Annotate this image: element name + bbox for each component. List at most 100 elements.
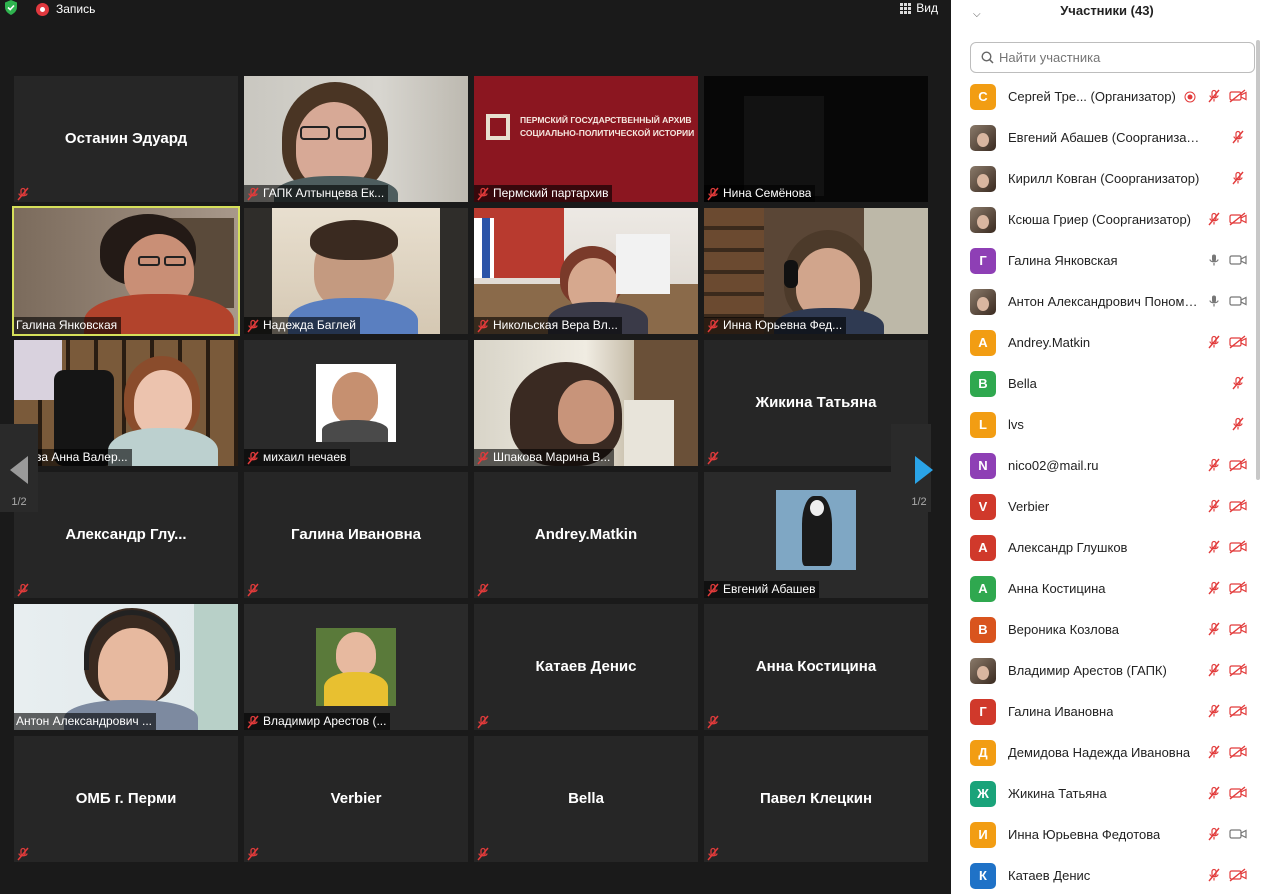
participant-name-large: Катаев Денис xyxy=(535,658,637,675)
mic-muted-icon[interactable] xyxy=(1207,458,1221,472)
mic-icon[interactable] xyxy=(1207,294,1221,308)
mic-muted-icon[interactable] xyxy=(1231,130,1245,144)
participant-row[interactable]: Владимир Арестов (ГАПК) xyxy=(951,650,1263,691)
mic-muted-icon[interactable] xyxy=(1231,417,1245,431)
view-button[interactable]: Вид xyxy=(900,1,938,15)
video-tile[interactable]: Галина Ивановна xyxy=(244,472,468,598)
participant-row[interactable]: С Сергей Тре... (Организатор) xyxy=(951,76,1263,117)
mic-muted-icon[interactable] xyxy=(1207,622,1221,636)
tile-name-label: Владимир Арестов (... xyxy=(244,713,391,730)
video-tile[interactable]: Никольская Вера Вл... xyxy=(474,208,698,334)
mic-muted-icon[interactable] xyxy=(1207,540,1221,554)
camera-off-icon[interactable] xyxy=(1229,622,1247,636)
video-tile[interactable]: Bella xyxy=(474,736,698,862)
participant-row[interactable]: Г Галина Ивановна xyxy=(951,691,1263,732)
video-tile[interactable]: ПЕРМСКИЙ ГОСУДАРСТВЕННЫЙ АРХИВ СОЦИАЛЬНО-… xyxy=(474,76,698,202)
video-tile[interactable]: Надежда Баглей xyxy=(244,208,468,334)
participant-search-box[interactable] xyxy=(970,42,1255,73)
camera-off-icon[interactable] xyxy=(1229,745,1247,759)
video-tile[interactable]: Verbier xyxy=(244,736,468,862)
prev-page-button[interactable]: 1/2 xyxy=(0,424,38,512)
video-tile[interactable]: Анна Костицина xyxy=(704,604,928,730)
camera-icon[interactable] xyxy=(1229,827,1247,841)
tile-mute-indicator xyxy=(14,185,34,202)
participant-row[interactable]: Кирилл Ковган (Соорганизатор) xyxy=(951,158,1263,199)
video-tile[interactable]: Владимир Арестов (... xyxy=(244,604,468,730)
participant-row[interactable]: Г Галина Янковская xyxy=(951,240,1263,281)
video-tile[interactable]: Шпакова Марина В... xyxy=(474,340,698,466)
video-tile[interactable]: Останин Эдуард xyxy=(14,76,238,202)
mic-muted-icon[interactable] xyxy=(1231,376,1245,390)
mic-muted-icon xyxy=(246,715,260,729)
camera-off-icon[interactable] xyxy=(1229,704,1247,718)
video-tile[interactable]: михаил нечаев xyxy=(244,340,468,466)
mic-muted-icon[interactable] xyxy=(1231,171,1245,185)
participant-row[interactable]: В Вероника Козлова xyxy=(951,609,1263,650)
mic-muted-icon[interactable] xyxy=(1207,581,1221,595)
camera-off-icon[interactable] xyxy=(1229,540,1247,554)
mic-icon[interactable] xyxy=(1207,253,1221,267)
participant-row[interactable]: К Катаев Денис xyxy=(951,855,1263,894)
mic-muted-icon[interactable] xyxy=(1207,827,1221,841)
video-tile[interactable]: Катаев Денис xyxy=(474,604,698,730)
mic-muted-icon[interactable] xyxy=(1207,499,1221,513)
camera-off-icon[interactable] xyxy=(1229,89,1247,103)
camera-off-icon[interactable] xyxy=(1229,786,1247,800)
participant-row[interactable]: И Инна Юрьевна Федотова xyxy=(951,814,1263,855)
mic-muted-icon[interactable] xyxy=(1207,89,1221,103)
mic-muted-icon[interactable] xyxy=(1207,704,1221,718)
next-page-button[interactable]: 1/2 xyxy=(891,424,933,512)
participant-row[interactable]: B Bella xyxy=(951,363,1263,404)
participant-row[interactable]: А Анна Костицина xyxy=(951,568,1263,609)
participant-row[interactable]: Антон Александрович Пономарев xyxy=(951,281,1263,322)
participant-row[interactable]: Nnico02@mail.ru xyxy=(951,445,1263,486)
participant-row[interactable]: Евгений Абашев (Соорганизатор) xyxy=(951,117,1263,158)
participant-row[interactable]: V Verbier xyxy=(951,486,1263,527)
video-tile[interactable]: Павел Клецкин xyxy=(704,736,928,862)
tile-mute-indicator xyxy=(704,845,724,862)
participant-row[interactable]: Ксюша Гриер (Соорганизатор) xyxy=(951,199,1263,240)
participant-row[interactable]: А Александр Глушков xyxy=(951,527,1263,568)
video-tile[interactable]: Инна Юрьевна Фед... xyxy=(704,208,928,334)
mic-muted-icon[interactable] xyxy=(1207,786,1221,800)
mic-muted-icon[interactable] xyxy=(1207,663,1221,677)
mic-muted-icon[interactable] xyxy=(1207,212,1221,226)
mic-muted-icon xyxy=(706,847,720,861)
participant-search-input[interactable] xyxy=(999,50,1239,65)
camera-icon[interactable] xyxy=(1229,294,1247,308)
mic-muted-icon[interactable] xyxy=(1207,745,1221,759)
avatar: И xyxy=(970,821,996,848)
video-tile[interactable]: Andrey.Matkin xyxy=(474,472,698,598)
video-tile[interactable]: Александр Глу... xyxy=(14,472,238,598)
shield-icon[interactable] xyxy=(4,0,18,15)
camera-off-icon[interactable] xyxy=(1229,663,1247,677)
participant-row[interactable]: Ж Жикина Татьяна xyxy=(951,773,1263,814)
participant-row[interactable]: Д Демидова Надежда Ивановна xyxy=(951,732,1263,773)
participants-scrollbar[interactable] xyxy=(1256,40,1260,480)
participant-name: Инна Юрьевна Федотова xyxy=(1008,827,1161,842)
video-tile[interactable]: ОМБ г. Перми xyxy=(14,736,238,862)
camera-off-icon[interactable] xyxy=(1229,499,1247,513)
recording-indicator[interactable]: Запись xyxy=(36,2,95,16)
camera-off-icon[interactable] xyxy=(1229,335,1247,349)
video-tile[interactable]: ГАПК Алтынцева Ек... xyxy=(244,76,468,202)
video-tile[interactable]: охова Анна Валер... xyxy=(14,340,238,466)
camera-off-icon[interactable] xyxy=(1229,458,1247,472)
participant-row[interactable]: Llvs xyxy=(951,404,1263,445)
mic-muted-icon[interactable] xyxy=(1207,868,1221,882)
mic-muted-icon xyxy=(706,187,720,201)
video-tile[interactable]: Нина Семёнова xyxy=(704,76,928,202)
participant-name: Анна Костицина xyxy=(1008,581,1106,596)
participants-panel: ⌵ Участники (43) С Сергей Тре... (Организ… xyxy=(951,0,1263,894)
camera-off-icon[interactable] xyxy=(1229,868,1247,882)
participant-name: Катаев Денис xyxy=(1008,868,1091,883)
participant-row[interactable]: A Andrey.Matkin xyxy=(951,322,1263,363)
mic-muted-icon xyxy=(706,715,720,729)
camera-icon[interactable] xyxy=(1229,253,1247,267)
camera-off-icon[interactable] xyxy=(1229,212,1247,226)
meeting-topbar: Запись Вид xyxy=(0,0,951,18)
video-tile[interactable]: Антон Александрович ... xyxy=(14,604,238,730)
mic-muted-icon[interactable] xyxy=(1207,335,1221,349)
video-tile[interactable]: Галина Янковская xyxy=(12,206,240,336)
camera-off-icon[interactable] xyxy=(1229,581,1247,595)
